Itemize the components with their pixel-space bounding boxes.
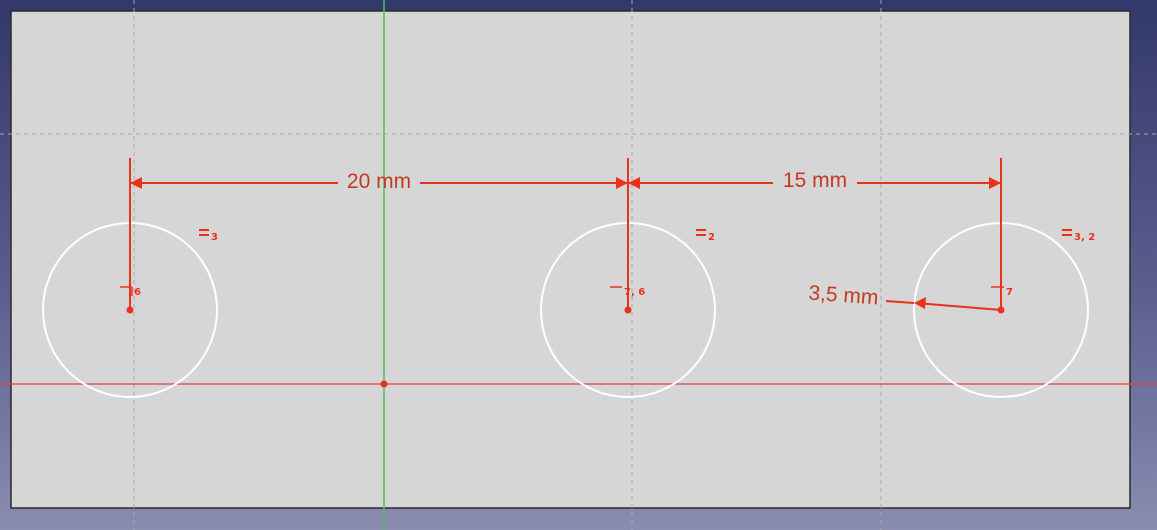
vertical-constraint-index: 7, 6: [624, 287, 645, 298]
origin-point[interactable]: [380, 380, 388, 388]
equal-constraint-index: 3: [211, 232, 218, 243]
sketcher-viewport[interactable]: 20 mm 15 mm 3,5 mm 3 2 3, 2 6 7, 6 7: [0, 0, 1157, 530]
vertical-constraint-index: 7: [1006, 287, 1013, 298]
dimension-label-15[interactable]: 15 mm: [783, 169, 847, 192]
dimension-label-20[interactable]: 20 mm: [347, 170, 411, 193]
equal-constraint-index: 3, 2: [1074, 232, 1095, 243]
equal-constraint-index: 2: [708, 232, 715, 243]
sketch-sheet: [10, 10, 1131, 509]
dimension-label-radius[interactable]: 3,5 mm: [808, 282, 879, 310]
vertical-constraint-index: 6: [134, 287, 141, 298]
